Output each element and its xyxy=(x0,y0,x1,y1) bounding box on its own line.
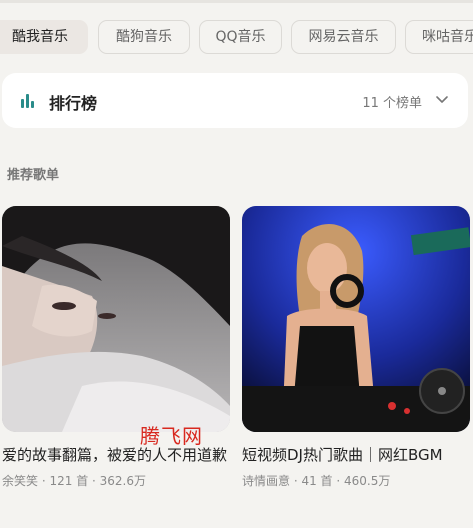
playlist-tracks: 41 首 xyxy=(301,474,333,488)
playlist-cover-image[interactable] xyxy=(242,206,470,432)
playlist-plays: 460.5万 xyxy=(344,474,391,488)
playlist-author: 诗情画意 xyxy=(242,474,291,488)
playlist-title: 短视频DJ热门歌曲｜网红BGM xyxy=(242,446,443,464)
playlist-tracks: 121 首 xyxy=(49,474,89,488)
bar-chart-icon xyxy=(21,94,35,108)
tab-qq[interactable]: QQ音乐 xyxy=(199,20,282,54)
chevron-down-icon[interactable] xyxy=(434,91,450,107)
playlist-meta: 诗情画意 · 41 首 · 460.5万 xyxy=(242,474,391,488)
playlist-meta: 余笑笑 · 121 首 · 362.6万 xyxy=(2,474,147,488)
ranking-count: 11 个榜单 xyxy=(362,96,422,111)
top-divider xyxy=(0,0,473,3)
section-title: 推荐歌单 xyxy=(7,168,60,183)
tab-netease[interactable]: 网易云音乐 xyxy=(291,20,396,54)
playlist-plays: 362.6万 xyxy=(99,474,147,488)
playlist-author: 余笑笑 xyxy=(2,474,39,488)
playlist-cover-image[interactable] xyxy=(2,206,230,432)
tab-kuwo[interactable]: 酷我音乐 xyxy=(0,20,88,54)
playlist-card[interactable]: 短视频DJ热门歌曲｜网红BGM 诗情画意 · 41 首 · 460.5万 xyxy=(242,206,470,489)
watermark-text: 腾飞网 xyxy=(140,424,203,448)
tab-kugou[interactable]: 酷狗音乐 xyxy=(98,20,190,54)
ranking-title: 排行榜 xyxy=(49,94,98,113)
platform-tabs: 酷我音乐 酷狗音乐 QQ音乐 网易云音乐 咪咕音乐 xyxy=(0,20,473,56)
ranking-card[interactable]: 排行榜 11 个榜单 xyxy=(2,73,468,128)
tab-migu[interactable]: 咪咕音乐 xyxy=(405,20,473,54)
